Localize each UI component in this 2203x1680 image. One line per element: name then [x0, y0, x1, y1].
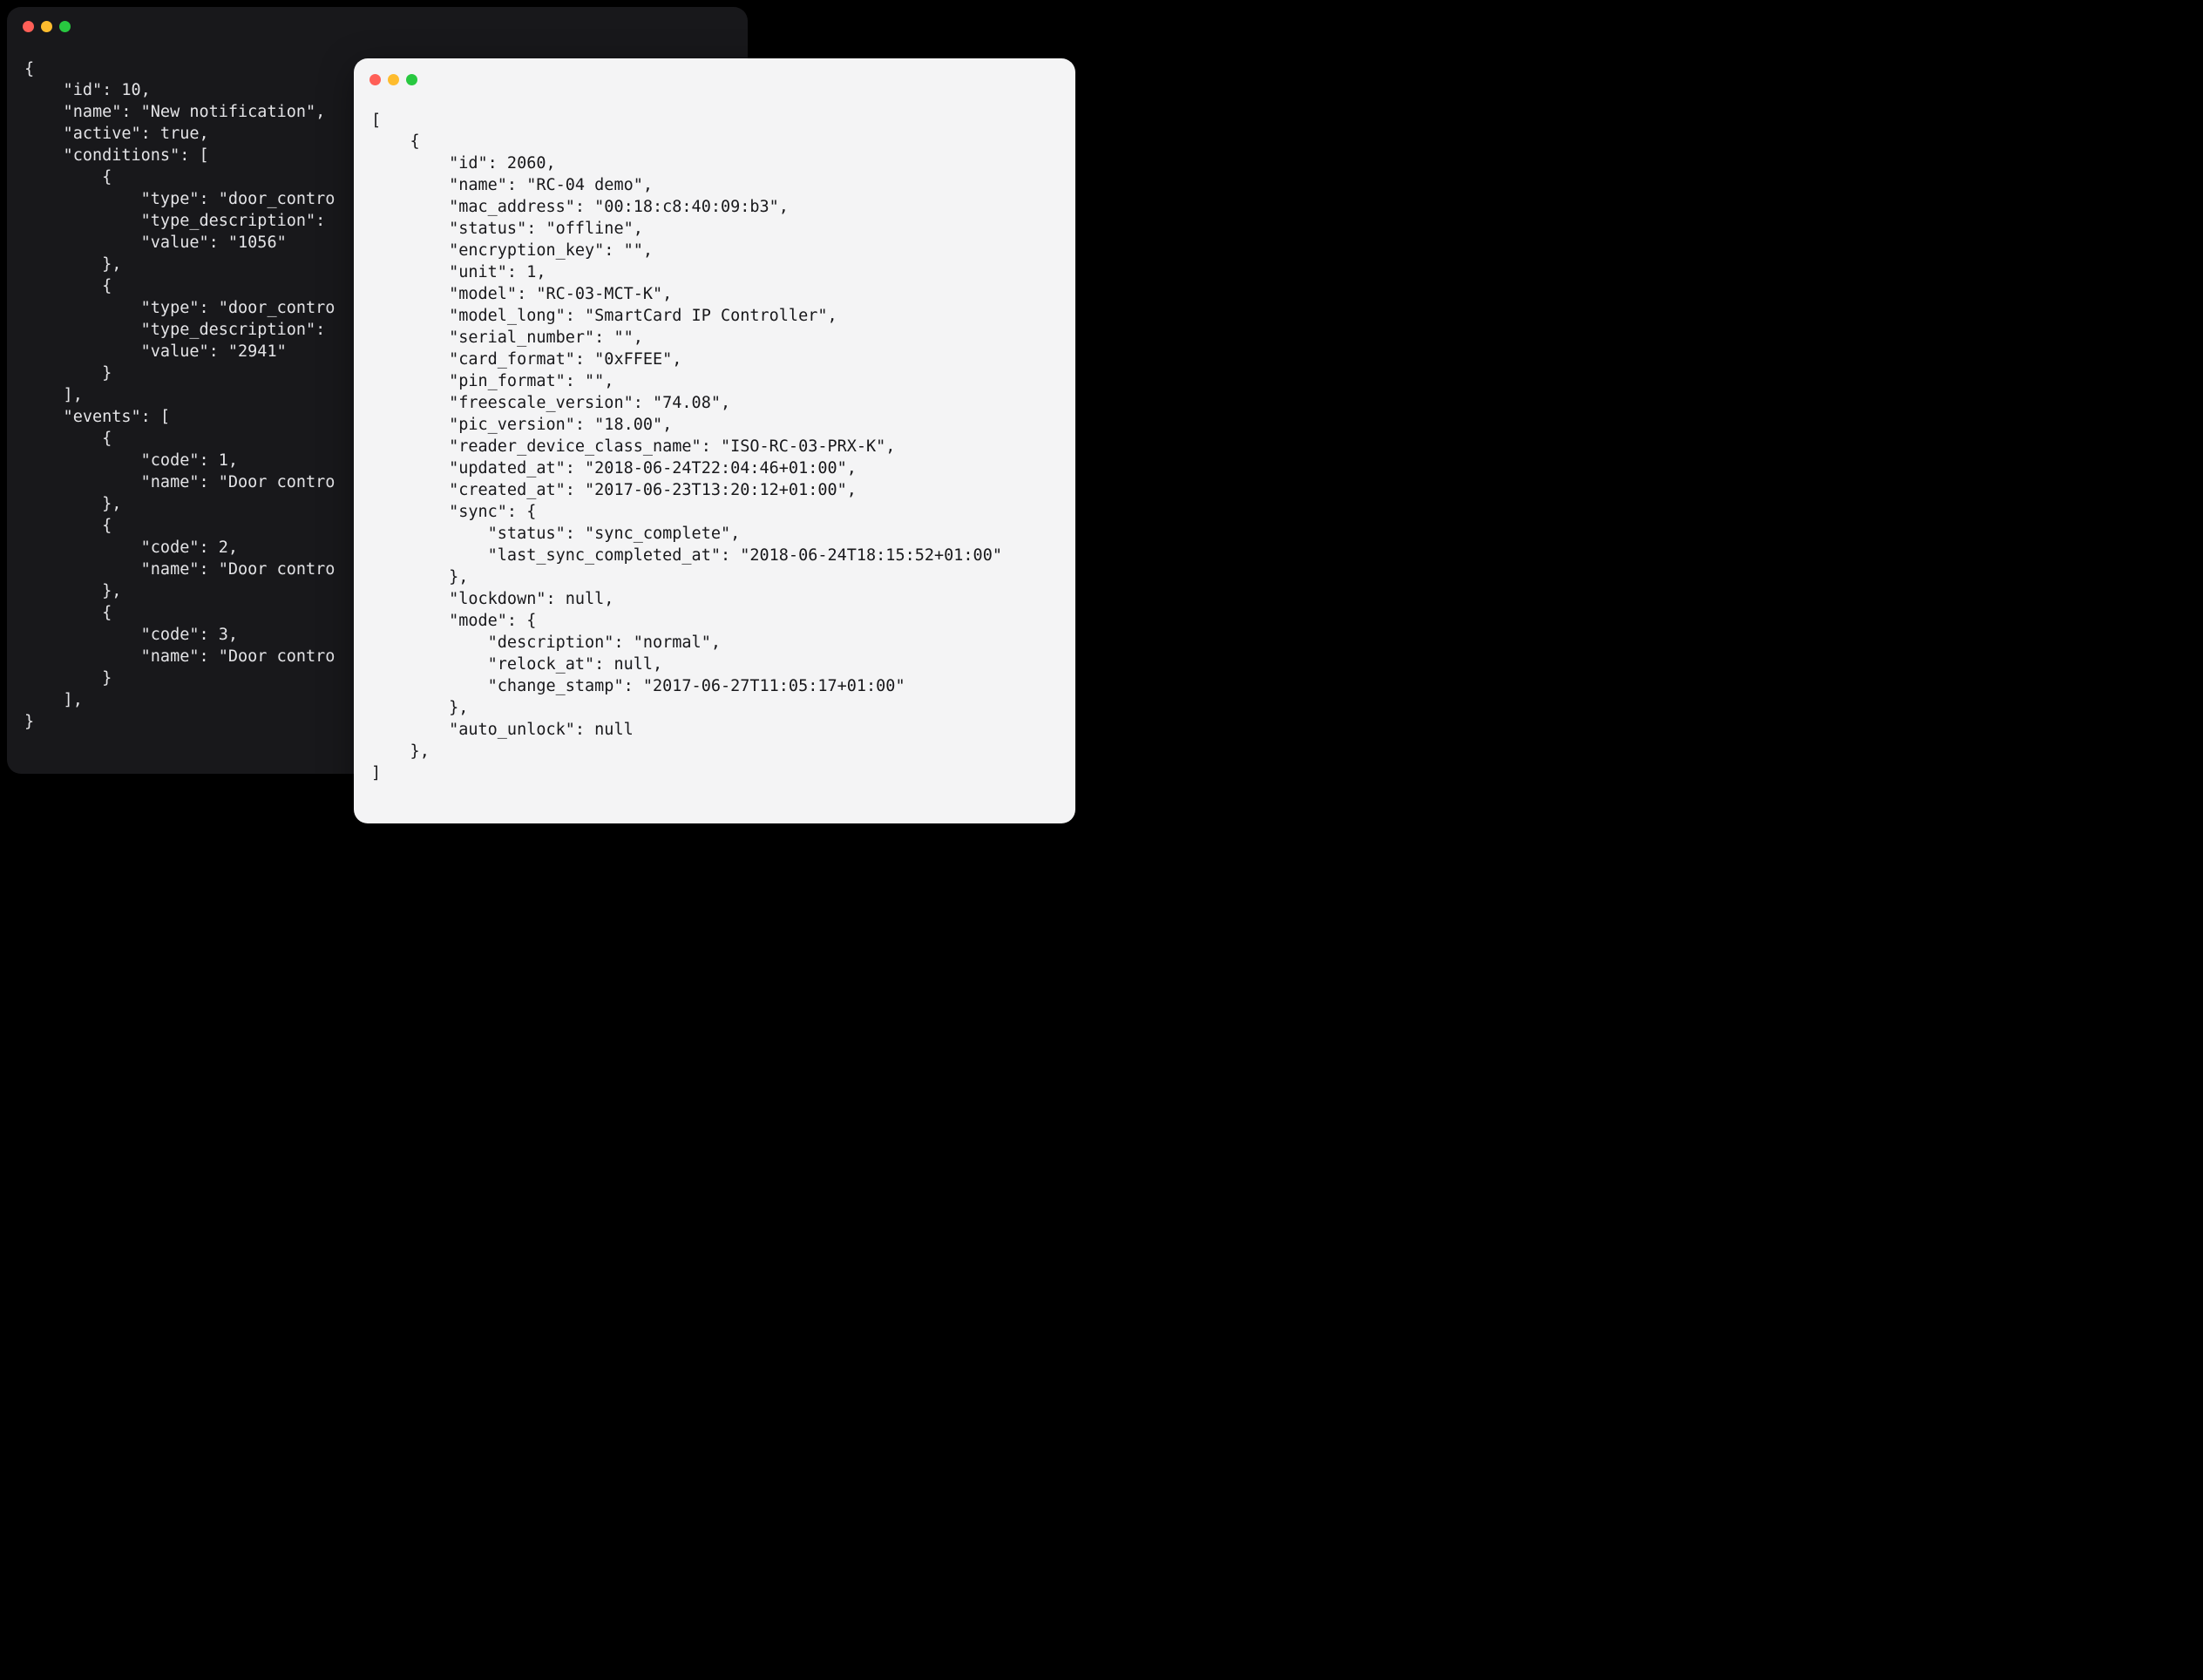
maximize-icon[interactable] — [59, 21, 71, 32]
close-icon[interactable] — [23, 21, 34, 32]
window-titlebar-dark — [7, 7, 748, 37]
minimize-icon[interactable] — [388, 74, 399, 85]
code-content-light: [ { "id": 2060, "name": "RC-04 demo", "m… — [354, 105, 1075, 799]
window-titlebar-light — [354, 58, 1075, 89]
code-window-light: [ { "id": 2060, "name": "RC-04 demo", "m… — [354, 58, 1075, 823]
close-icon[interactable] — [369, 74, 381, 85]
minimize-icon[interactable] — [41, 21, 52, 32]
maximize-icon[interactable] — [406, 74, 417, 85]
